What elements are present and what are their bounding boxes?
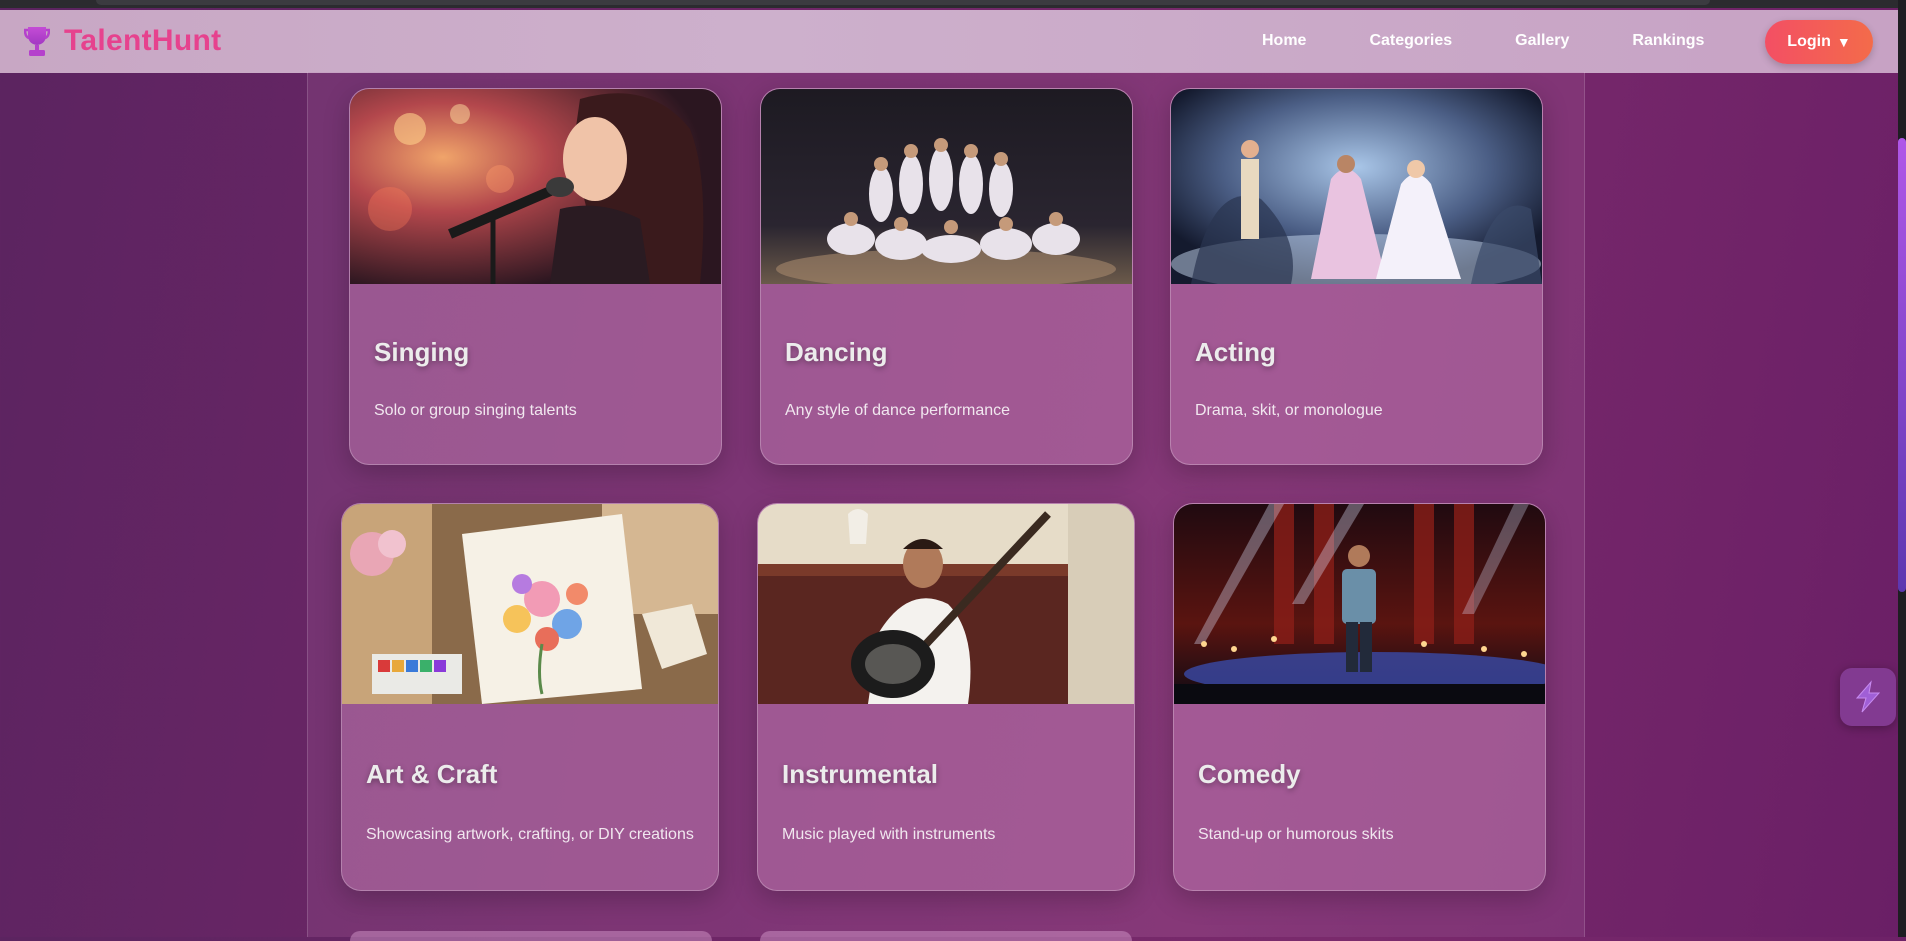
card-title: Acting (1195, 337, 1276, 367)
nav-link-home[interactable]: Home (1262, 32, 1306, 50)
category-card-comedy[interactable]: Comedy Stand-up or humorous skits (1173, 503, 1546, 891)
scrollbar-thumb[interactable] (1898, 138, 1906, 592)
nav-link-gallery[interactable]: Gallery (1515, 32, 1569, 50)
category-card-acting[interactable]: Acting Drama, skit, or monologue (1170, 88, 1543, 465)
card-title: Instrumental (782, 759, 939, 789)
login-button[interactable]: Login ▼ (1765, 20, 1873, 64)
nav-link-categories[interactable]: Categories (1369, 32, 1452, 50)
sitar-player-image (758, 504, 1134, 704)
card-description: Music played with instruments (782, 826, 996, 843)
category-card-instrumental[interactable]: Instrumental Music played with instrumen… (757, 503, 1135, 891)
trophy-icon (23, 25, 51, 57)
nav-link-rankings[interactable]: Rankings (1632, 32, 1704, 50)
brand-name: TalentHunt (64, 24, 222, 57)
card-title: Singing (374, 337, 470, 367)
login-label: Login (1787, 33, 1831, 50)
card-description: Stand-up or humorous skits (1198, 826, 1394, 843)
lightning-icon (1855, 680, 1881, 713)
card-description: Any style of dance performance (785, 402, 1011, 419)
card-description: Solo or group singing talents (374, 402, 577, 419)
brand-logo[interactable]: TalentHunt (23, 24, 222, 58)
next-card-peek (350, 931, 712, 941)
card-description: Showcasing artwork, crafting, or DIY cre… (366, 826, 694, 843)
category-card-singing[interactable]: Singing Solo or group singing talents (349, 88, 722, 465)
next-card-peek (760, 931, 1132, 941)
theatre-image (1171, 89, 1542, 294)
card-title: Dancing (785, 337, 888, 367)
card-title: Art & Craft (366, 759, 498, 789)
art-supplies-image (342, 504, 718, 704)
card-title: Comedy (1198, 759, 1301, 789)
browser-top-edge (0, 0, 1906, 8)
category-card-dancing[interactable]: Dancing Any style of dance performance (760, 88, 1133, 465)
card-description: Drama, skit, or monologue (1195, 402, 1383, 419)
singer-image (350, 89, 721, 285)
comedian-image (1174, 504, 1545, 704)
category-card-art-craft[interactable]: Art & Craft Showcasing artwork, crafting… (341, 503, 719, 891)
navbar: TalentHunt Home Categories Gallery Ranki… (0, 10, 1898, 73)
nav-links: Home Categories Gallery Rankings (1262, 32, 1767, 50)
dance-troupe-image (761, 89, 1132, 289)
floating-extension-widget[interactable] (1840, 668, 1896, 726)
caret-down-icon: ▼ (1836, 34, 1851, 50)
